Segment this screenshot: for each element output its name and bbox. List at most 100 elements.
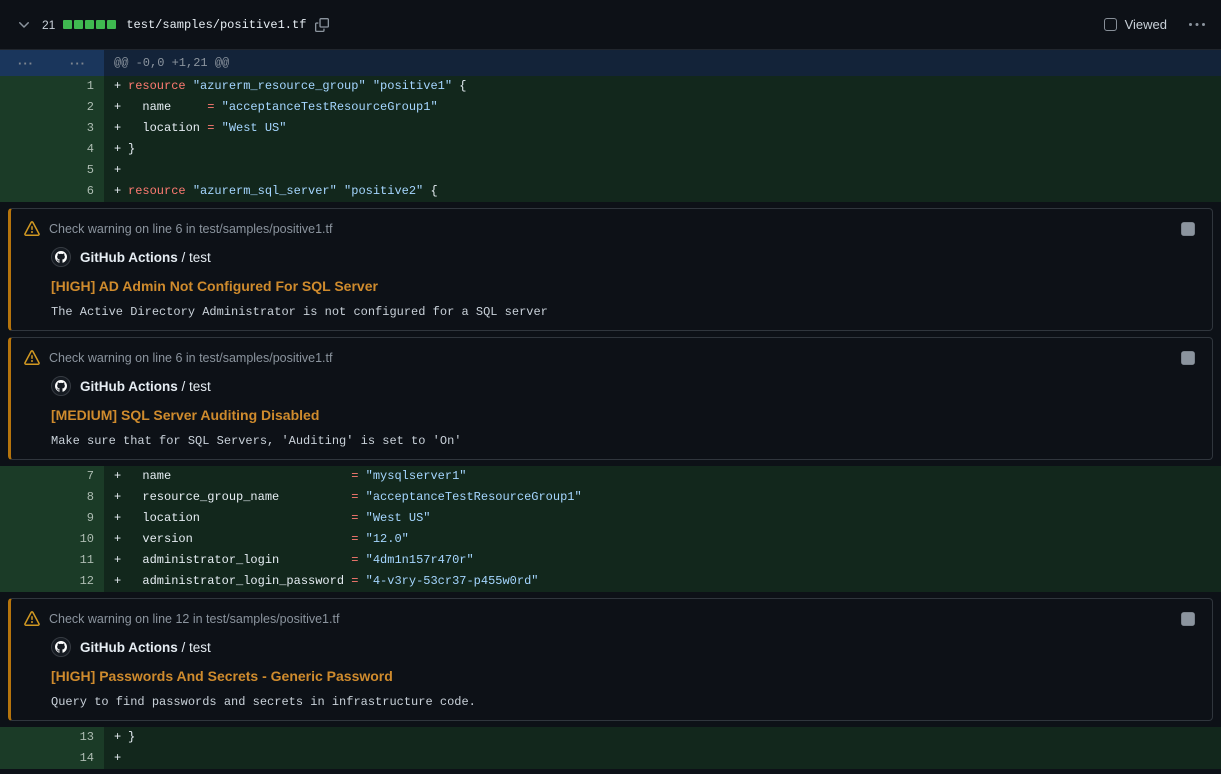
code-content: + bbox=[104, 160, 1221, 181]
annotation-message: The Active Directory Administrator is no… bbox=[51, 304, 1196, 320]
github-actions-avatar bbox=[51, 376, 71, 396]
line-number[interactable]: 2 bbox=[0, 97, 104, 118]
annotation-body: GitHub Actions / test [HIGH] Passwords A… bbox=[24, 637, 1196, 710]
annotation-log-icon[interactable] bbox=[1180, 221, 1196, 237]
hunk-header-row: ··· ··· @@ -0,0 +1,21 @@ bbox=[0, 50, 1221, 76]
diffstat-squares bbox=[63, 20, 116, 29]
code-content: + name = "acceptanceTestResourceGroup1" bbox=[104, 97, 1221, 118]
diff-added-line: 2 + name = "acceptanceTestResourceGroup1… bbox=[0, 97, 1221, 118]
diff-added-line: 5 + bbox=[0, 160, 1221, 181]
addition-marker: + bbox=[114, 487, 128, 508]
diff-added-line: 8 + resource_group_name = "acceptanceTes… bbox=[0, 487, 1221, 508]
annotation-source-row: GitHub Actions / test bbox=[51, 376, 1196, 396]
annotation-header: Check warning on line 12 in test/samples… bbox=[24, 609, 1196, 629]
code-content: +resource "azurerm_sql_server" "positive… bbox=[104, 181, 1221, 202]
collapse-file-chevron-icon[interactable] bbox=[16, 17, 32, 33]
annotation-source-job[interactable]: / test bbox=[178, 250, 211, 265]
diffstat-square bbox=[63, 20, 72, 29]
annotation-source-name[interactable]: GitHub Actions bbox=[80, 640, 178, 655]
pr-file-diff: 21 test/samples/positive1.tf Viewed ··· … bbox=[0, 0, 1221, 769]
line-number[interactable]: 6 bbox=[0, 181, 104, 202]
diffstat-square bbox=[74, 20, 83, 29]
diff-added-line: 14 + bbox=[0, 748, 1221, 769]
check-annotation: Check warning on line 12 in test/samples… bbox=[8, 598, 1213, 721]
expand-up-dots-icon[interactable]: ··· bbox=[0, 56, 52, 71]
code-content: + administrator_login_password = "4-v3ry… bbox=[104, 571, 1221, 592]
diff-added-line: 1 +resource "azurerm_resource_group" "po… bbox=[0, 76, 1221, 97]
addition-marker: + bbox=[114, 97, 128, 118]
annotation-source-job[interactable]: / test bbox=[178, 640, 211, 655]
annotation-context: Check warning on line 6 in test/samples/… bbox=[49, 222, 332, 236]
code-content: + name = "mysqlserver1" bbox=[104, 466, 1221, 487]
annotation-title: [HIGH] Passwords And Secrets - Generic P… bbox=[51, 666, 1196, 686]
line-number[interactable]: 11 bbox=[0, 550, 104, 571]
annotation-source-name[interactable]: GitHub Actions bbox=[80, 379, 178, 394]
line-number[interactable]: 13 bbox=[0, 727, 104, 748]
code-content: + resource_group_name = "acceptanceTestR… bbox=[104, 487, 1221, 508]
viewed-toggle[interactable]: Viewed bbox=[1104, 17, 1167, 32]
line-number[interactable]: 8 bbox=[0, 487, 104, 508]
diff-added-line: 13 +} bbox=[0, 727, 1221, 748]
annotation-message: Make sure that for SQL Servers, 'Auditin… bbox=[51, 433, 1196, 449]
annotation-source-row: GitHub Actions / test bbox=[51, 637, 1196, 657]
diff-body: ··· ··· @@ -0,0 +1,21 @@ 1 +resource "az… bbox=[0, 50, 1221, 769]
line-number[interactable]: 1 bbox=[0, 76, 104, 97]
line-number[interactable]: 10 bbox=[0, 529, 104, 550]
addition-marker: + bbox=[114, 76, 128, 97]
annotation-log-icon[interactable] bbox=[1180, 350, 1196, 366]
warning-triangle-icon bbox=[24, 350, 40, 366]
annotation-log-icon[interactable] bbox=[1180, 611, 1196, 627]
addition-marker: + bbox=[114, 508, 128, 529]
diff-added-line: 3 + location = "West US" bbox=[0, 118, 1221, 139]
annotation-source-job[interactable]: / test bbox=[178, 379, 211, 394]
diff-added-line: 10 + version = "12.0" bbox=[0, 529, 1221, 550]
annotation-context: Check warning on line 6 in test/samples/… bbox=[49, 351, 332, 365]
viewed-checkbox[interactable] bbox=[1104, 18, 1117, 31]
viewed-label: Viewed bbox=[1125, 17, 1167, 32]
annotation-body: GitHub Actions / test [HIGH] AD Admin No… bbox=[24, 247, 1196, 320]
diff-added-line: 6 +resource "azurerm_sql_server" "positi… bbox=[0, 181, 1221, 202]
diff-added-line: 4 +} bbox=[0, 139, 1221, 160]
code-content: +resource "azurerm_resource_group" "posi… bbox=[104, 76, 1221, 97]
addition-marker: + bbox=[114, 571, 128, 592]
diffstat-square bbox=[96, 20, 105, 29]
line-number[interactable]: 9 bbox=[0, 508, 104, 529]
addition-marker: + bbox=[114, 727, 128, 748]
diffstat-square bbox=[107, 20, 116, 29]
copy-path-icon[interactable] bbox=[315, 18, 329, 32]
code-content: + administrator_login = "4dm1n157r470r" bbox=[104, 550, 1221, 571]
addition-marker: + bbox=[114, 139, 128, 160]
file-name[interactable]: test/samples/positive1.tf bbox=[126, 18, 306, 32]
line-number[interactable]: 3 bbox=[0, 118, 104, 139]
warning-triangle-icon bbox=[24, 221, 40, 237]
addition-marker: + bbox=[114, 550, 128, 571]
hunk-header-text: @@ -0,0 +1,21 @@ bbox=[104, 50, 1221, 76]
code-content: + bbox=[104, 748, 1221, 769]
annotation-body: GitHub Actions / test [MEDIUM] SQL Serve… bbox=[24, 376, 1196, 449]
line-number[interactable]: 4 bbox=[0, 139, 104, 160]
annotation-title: [HIGH] AD Admin Not Configured For SQL S… bbox=[51, 276, 1196, 296]
file-header: 21 test/samples/positive1.tf Viewed bbox=[0, 0, 1221, 50]
diff-added-line: 7 + name = "mysqlserver1" bbox=[0, 466, 1221, 487]
line-number[interactable]: 7 bbox=[0, 466, 104, 487]
annotation-title: [MEDIUM] SQL Server Auditing Disabled bbox=[51, 405, 1196, 425]
annotation-source-row: GitHub Actions / test bbox=[51, 247, 1196, 267]
annotation-context: Check warning on line 12 in test/samples… bbox=[49, 612, 339, 626]
line-number[interactable]: 12 bbox=[0, 571, 104, 592]
kebab-menu-icon[interactable] bbox=[1189, 17, 1205, 33]
check-annotation: Check warning on line 6 in test/samples/… bbox=[8, 337, 1213, 460]
code-content: + location = "West US" bbox=[104, 118, 1221, 139]
addition-marker: + bbox=[114, 466, 128, 487]
code-content: +} bbox=[104, 727, 1221, 748]
addition-marker: + bbox=[114, 748, 128, 769]
warning-triangle-icon bbox=[24, 611, 40, 627]
addition-marker: + bbox=[114, 118, 128, 139]
line-number[interactable]: 5 bbox=[0, 160, 104, 181]
code-content: + location = "West US" bbox=[104, 508, 1221, 529]
annotation-message: Query to find passwords and secrets in i… bbox=[51, 694, 1196, 710]
line-number[interactable]: 14 bbox=[0, 748, 104, 769]
expand-hunk-gutter: ··· ··· bbox=[0, 50, 104, 76]
annotation-source-name[interactable]: GitHub Actions bbox=[80, 250, 178, 265]
expand-down-dots-icon[interactable]: ··· bbox=[52, 56, 104, 71]
diff-added-line: 9 + location = "West US" bbox=[0, 508, 1221, 529]
